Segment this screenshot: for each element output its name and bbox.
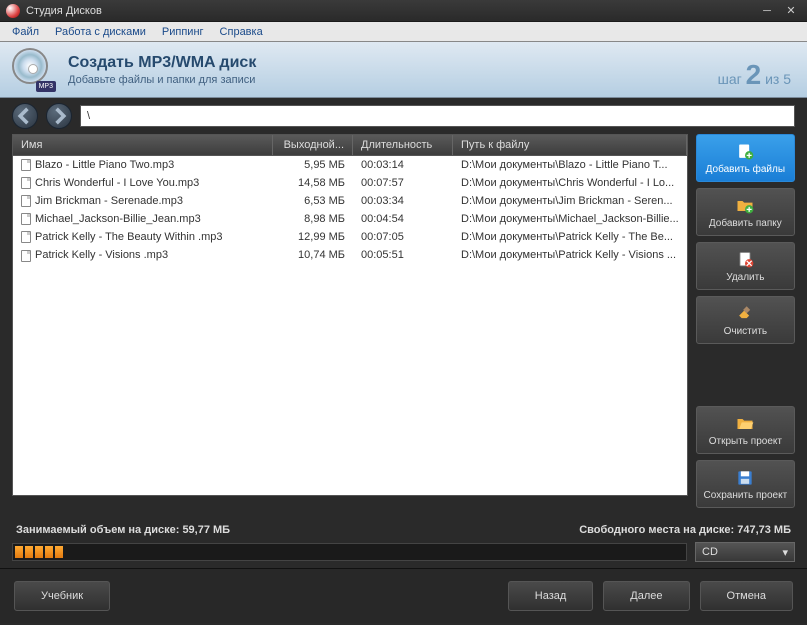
step-indicator: шаг 2 из 5: [718, 59, 791, 91]
banner-title: Создать MP3/WMA диск: [68, 54, 256, 72]
file-list[interactable]: Blazo - Little Piano Two.mp35,95 МБ00:03…: [12, 156, 688, 496]
nav-row: \: [0, 98, 807, 134]
footer: Учебник Назад Далее Отмена: [0, 568, 807, 623]
save-project-button[interactable]: Сохранить проект: [696, 460, 795, 508]
disc-type-selector[interactable]: CD ▾: [695, 542, 795, 562]
open-project-button[interactable]: Открыть проект: [696, 406, 795, 454]
path-input[interactable]: \: [80, 105, 795, 127]
col-duration[interactable]: Длительность: [353, 135, 453, 155]
app-icon: [6, 4, 20, 18]
menubar: Файл Работа с дисками Риппинг Справка: [0, 22, 807, 42]
banner-subtitle: Добавьте файлы и папки для записи: [68, 74, 256, 86]
file-icon: [21, 177, 31, 189]
table-row[interactable]: Blazo - Little Piano Two.mp35,95 МБ00:03…: [13, 156, 687, 174]
file-icon: [21, 159, 31, 171]
table-row[interactable]: Chris Wonderful - I Love You.mp314,58 МБ…: [13, 174, 687, 192]
menu-file[interactable]: Файл: [4, 24, 47, 40]
disc-icon: MP3: [12, 48, 56, 92]
nav-forward-button[interactable]: [46, 103, 72, 129]
next-button[interactable]: Далее: [603, 581, 689, 611]
minimize-button[interactable]: ─: [757, 4, 777, 18]
col-path[interactable]: Путь к файлу: [453, 135, 687, 155]
file-icon: [21, 213, 31, 225]
cancel-button[interactable]: Отмена: [700, 581, 793, 611]
window-title: Студия Дисков: [26, 5, 102, 17]
banner: MP3 Создать MP3/WMA диск Добавьте файлы …: [0, 42, 807, 98]
file-icon: [21, 231, 31, 243]
file-header: Имя Выходной... Длительность Путь к файл…: [12, 134, 688, 156]
status-row: Занимаемый объем на диске: 59,77 МБ Своб…: [0, 520, 807, 540]
table-row[interactable]: Patrick Kelly - The Beauty Within .mp312…: [13, 228, 687, 246]
add-folder-button[interactable]: Добавить папку: [696, 188, 795, 236]
meter-row: CD ▾: [0, 540, 807, 568]
nav-back-button[interactable]: [12, 103, 38, 129]
menu-discs[interactable]: Работа с дисками: [47, 24, 154, 40]
table-row[interactable]: Patrick Kelly - Visions .mp310,74 МБ00:0…: [13, 246, 687, 264]
col-size[interactable]: Выходной...: [273, 135, 353, 155]
delete-button[interactable]: Удалить: [696, 242, 795, 290]
menu-ripping[interactable]: Риппинг: [154, 24, 212, 40]
back-button[interactable]: Назад: [508, 581, 594, 611]
file-icon: [21, 250, 31, 262]
tutorial-button[interactable]: Учебник: [14, 581, 110, 611]
chevron-down-icon: ▾: [782, 546, 788, 559]
clear-button[interactable]: Очистить: [696, 296, 795, 344]
col-name[interactable]: Имя: [13, 135, 273, 155]
table-row[interactable]: Michael_Jackson-Billie_Jean.mp38,98 МБ00…: [13, 210, 687, 228]
titlebar: Студия Дисков ─ ✕: [0, 0, 807, 22]
add-files-button[interactable]: Добавить файлы: [696, 134, 795, 182]
menu-help[interactable]: Справка: [212, 24, 271, 40]
file-icon: [21, 195, 31, 207]
disc-meter: [12, 543, 687, 561]
sidebar: Добавить файлы Добавить папку Удалить Оч…: [696, 134, 795, 508]
table-row[interactable]: Jim Brickman - Serenade.mp36,53 МБ00:03:…: [13, 192, 687, 210]
close-button[interactable]: ✕: [781, 4, 801, 18]
